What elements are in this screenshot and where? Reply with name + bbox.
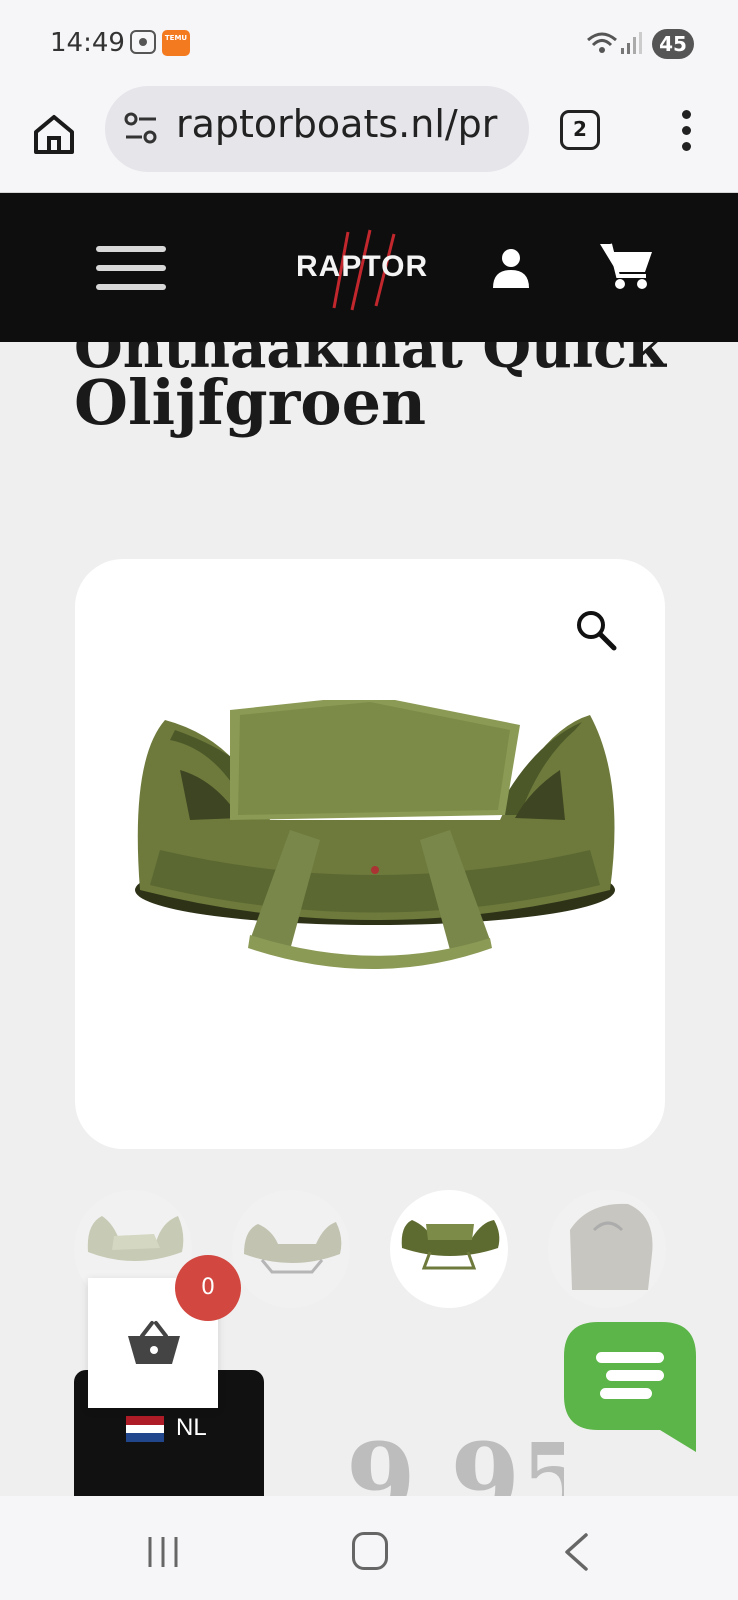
thumbnail-3-selected[interactable] bbox=[390, 1190, 508, 1308]
signal-icon bbox=[621, 32, 642, 54]
recent-apps-icon[interactable] bbox=[146, 1535, 180, 1569]
product-title-line-2: Olijfgroen bbox=[74, 366, 427, 439]
chat-line-icon bbox=[596, 1352, 664, 1363]
url-text[interactable]: raptorboats.nl/pr bbox=[176, 102, 508, 146]
site-settings-icon[interactable] bbox=[122, 110, 160, 146]
battery-indicator: 45 bbox=[652, 29, 694, 59]
thumbnail-4-image bbox=[570, 1203, 653, 1290]
home-nav-icon[interactable] bbox=[352, 1532, 388, 1570]
screenshot-notification-icon bbox=[130, 30, 156, 54]
temu-notification-icon: TEMU bbox=[162, 30, 190, 56]
back-icon[interactable] bbox=[562, 1532, 590, 1572]
thumbnail-2-image bbox=[244, 1222, 342, 1274]
thumbnail-2[interactable] bbox=[232, 1190, 350, 1308]
cart-count-badge: 0 bbox=[175, 1255, 241, 1321]
product-price: 9.95 bbox=[346, 1430, 564, 1496]
thumbnail-4[interactable] bbox=[548, 1190, 666, 1308]
logo-text: RAPTOR bbox=[296, 250, 429, 283]
account-icon[interactable] bbox=[490, 246, 532, 290]
thumbnail-3-image bbox=[401, 1220, 500, 1270]
home-icon[interactable] bbox=[30, 110, 78, 158]
chat-button[interactable] bbox=[564, 1322, 696, 1452]
cart-icon[interactable] bbox=[598, 240, 654, 292]
status-time: 14:49 bbox=[50, 28, 125, 58]
language-label[interactable]: NL bbox=[176, 1414, 207, 1442]
hamburger-menu-icon[interactable] bbox=[96, 246, 166, 290]
netherlands-flag-icon bbox=[126, 1416, 164, 1442]
zoom-icon[interactable] bbox=[574, 608, 618, 652]
tab-switcher-button[interactable]: 2 bbox=[560, 110, 600, 150]
product-title-area: Olijfgroen bbox=[0, 342, 738, 462]
basket-icon bbox=[128, 1321, 180, 1364]
product-price-area: 9.95 bbox=[264, 1430, 564, 1496]
unhooking-mat-image bbox=[135, 700, 615, 969]
wifi-icon bbox=[587, 32, 617, 53]
browser-menu-icon[interactable] bbox=[675, 110, 697, 152]
